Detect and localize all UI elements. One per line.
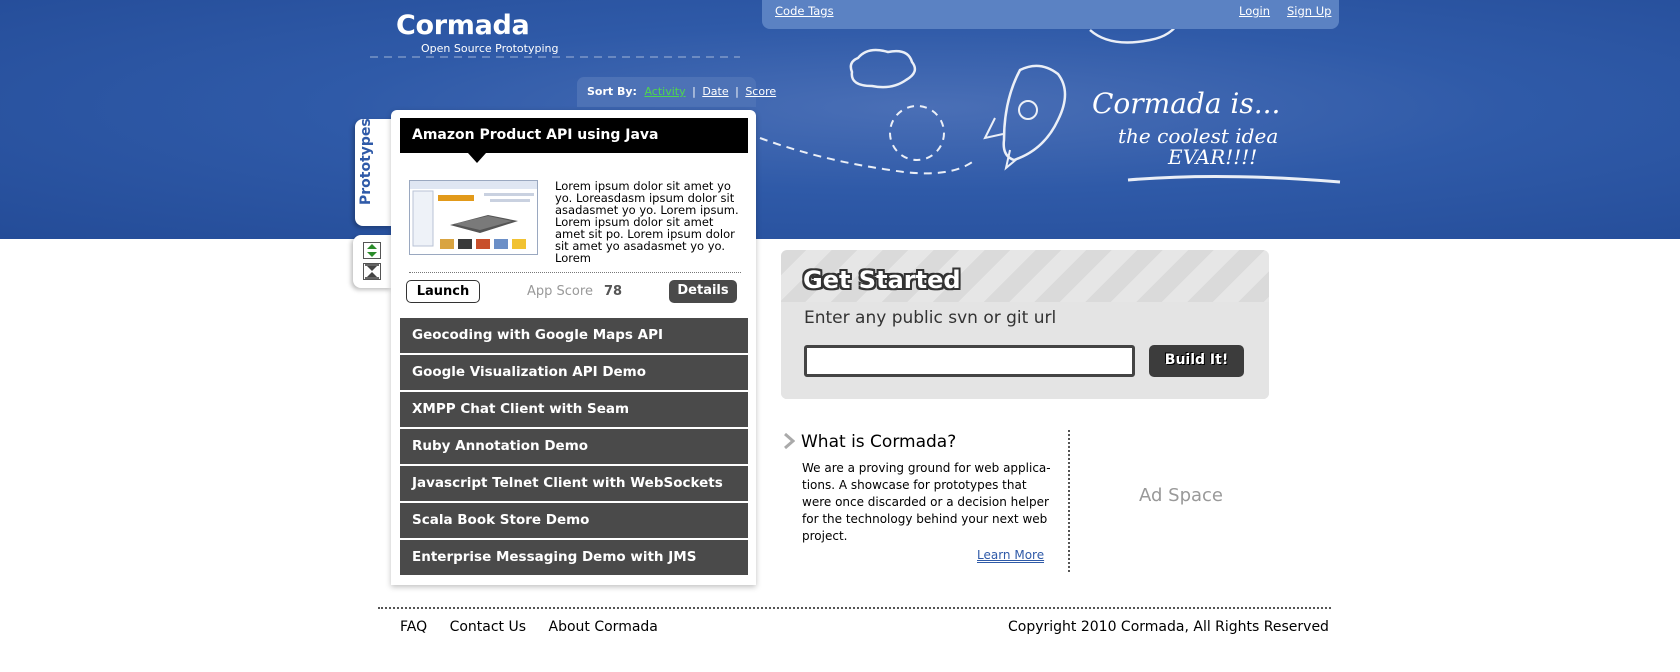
prototype-list-item[interactable]: XMPP Chat Client with Seam bbox=[400, 392, 748, 427]
collapse-icon[interactable] bbox=[363, 263, 381, 280]
what-is-title: What is Cormada? bbox=[801, 432, 957, 452]
learn-more-link[interactable]: Learn More bbox=[977, 548, 1045, 563]
sort-bar: Sort By: Activity | Date | Score bbox=[577, 77, 776, 107]
sort-label: Sort By: bbox=[587, 85, 637, 98]
sort-separator: | bbox=[735, 85, 739, 98]
prototype-list-item[interactable]: Google Visualization API Demo bbox=[400, 355, 748, 390]
prototype-panel: Amazon Product API using Java Lorem ipsu… bbox=[391, 110, 756, 585]
prototype-list: Geocoding with Google Maps API Google Vi… bbox=[400, 318, 748, 577]
get-started-box: Get Started Enter any public svn or git … bbox=[781, 250, 1269, 399]
signup-link[interactable]: Sign Up bbox=[1287, 4, 1331, 18]
featured-description: Lorem ipsum dolor sit amet yo yo. Loreas… bbox=[555, 180, 739, 264]
hero-text-line3: EVAR!!!! bbox=[1167, 145, 1257, 169]
code-tags-link[interactable]: Code Tags bbox=[775, 4, 834, 18]
title-pointer bbox=[468, 153, 486, 163]
contact-us-link[interactable]: Contact Us bbox=[450, 619, 526, 635]
hero-chalk-illustration: Cormada is... the coolest idea EVAR!!!! bbox=[370, 19, 1341, 184]
logo[interactable]: Cormada bbox=[396, 10, 530, 41]
sort-score-link[interactable]: Score bbox=[745, 85, 776, 98]
login-link[interactable]: Login bbox=[1239, 4, 1270, 18]
about-link[interactable]: About Cormada bbox=[549, 619, 658, 635]
sort-separator: | bbox=[692, 85, 696, 98]
app-score-label: App Score bbox=[527, 284, 593, 299]
sort-activity-link[interactable]: Activity bbox=[644, 85, 685, 98]
get-started-title: Get Started bbox=[803, 266, 961, 294]
ad-space: Ad Space bbox=[1139, 485, 1223, 506]
vertical-divider bbox=[1068, 430, 1070, 572]
footer-divider bbox=[378, 607, 1331, 609]
what-is-text: We are a proving ground for web applica-… bbox=[802, 461, 1051, 543]
chevron-right-icon bbox=[784, 433, 795, 449]
prototypes-tab[interactable]: Prototypes bbox=[355, 118, 392, 226]
prototype-list-item[interactable]: Scala Book Store Demo bbox=[400, 503, 748, 538]
hero-text-line1: Cormada is... bbox=[1092, 87, 1280, 120]
sort-date-link[interactable]: Date bbox=[702, 85, 728, 98]
repo-url-input[interactable] bbox=[804, 345, 1135, 377]
faq-link[interactable]: FAQ bbox=[400, 619, 427, 635]
prototype-list-item[interactable]: Enterprise Messaging Demo with JMS bbox=[400, 540, 748, 575]
details-button[interactable]: Details bbox=[669, 280, 737, 303]
divider bbox=[409, 272, 741, 273]
build-it-button[interactable]: Build It! bbox=[1149, 345, 1244, 377]
tagline: Open Source Prototyping bbox=[421, 42, 559, 55]
get-started-subtitle: Enter any public svn or git url bbox=[804, 308, 1057, 328]
launch-button[interactable]: Launch bbox=[406, 280, 480, 303]
app-score-value: 78 bbox=[604, 284, 623, 299]
expand-icon[interactable] bbox=[363, 242, 381, 259]
sidebar-tools bbox=[353, 235, 392, 288]
prototypes-tab-label: Prototypes bbox=[358, 118, 374, 205]
prototype-list-item[interactable]: Javascript Telnet Client with WebSockets bbox=[400, 466, 748, 501]
prototype-thumbnail[interactable] bbox=[409, 180, 538, 255]
hero-banner: Cormada is... the coolest idea EVAR!!!! … bbox=[0, 0, 1680, 239]
featured-prototype-title[interactable]: Amazon Product API using Java bbox=[400, 118, 748, 153]
prototype-list-item[interactable]: Geocoding with Google Maps API bbox=[400, 318, 748, 353]
footer-links: FAQ Contact Us About Cormada bbox=[400, 619, 676, 635]
prototype-list-item[interactable]: Ruby Annotation Demo bbox=[400, 429, 748, 464]
copyright: Copyright 2010 Cormada, All Rights Reser… bbox=[1008, 619, 1329, 635]
top-nav-bar: Code Tags Login Sign Up bbox=[762, 0, 1339, 29]
